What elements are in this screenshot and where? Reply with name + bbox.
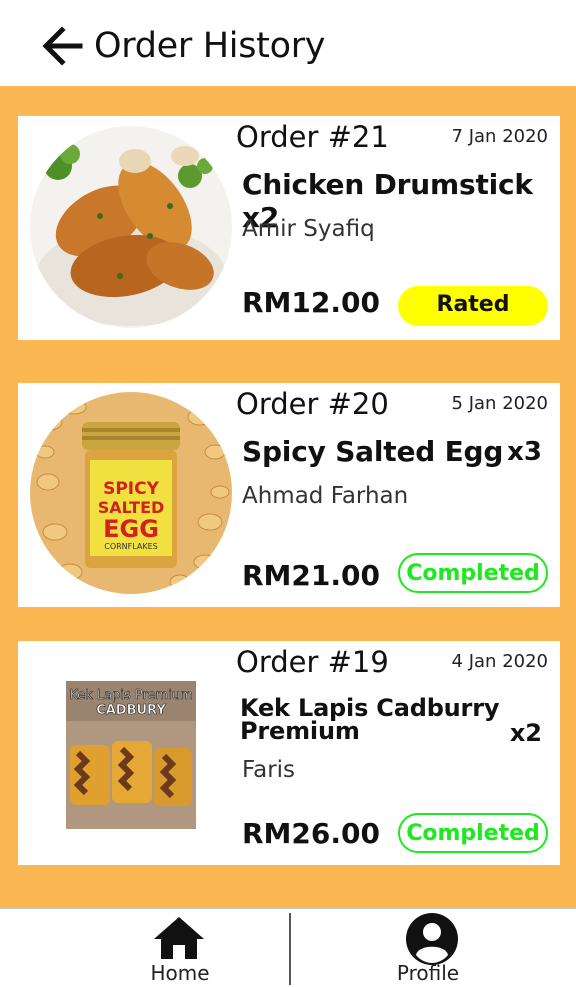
customer-name: Faris [242,757,296,783]
back-button[interactable] [40,24,86,68]
customer-name: Amir Syafiq [242,216,375,242]
item-name: Kek Lapis Cadburry Premium [240,696,499,745]
svg-text:Kek Lapis Premium: Kek Lapis Premium [69,688,192,703]
home-icon [154,917,204,959]
item-name: Spicy Salted Egg [242,435,504,468]
user-circle-icon [406,913,458,965]
order-date: 5 Jan 2020 [451,393,548,414]
order-image-spicy-salted-egg: SPICY SALTED EGG CORNFLAKES [30,392,232,594]
order-card[interactable]: Order #21 7 Jan 2020 Chicken Drumstick x… [18,116,560,340]
bottom-navigation: Home Profile [0,908,576,987]
item-name-line: Premium [240,717,360,745]
order-price: RM26.00 [242,817,380,850]
nav-home-label: Home [150,961,210,985]
nav-profile-button[interactable]: Profile [290,909,576,987]
svg-text:SPICY: SPICY [103,479,160,499]
status-badge-rated: Rated [398,286,548,326]
order-image-kek-lapis: Kek Lapis Premium CADBURY [30,653,232,855]
order-number: Order #21 [236,120,389,154]
page-title: Order History [94,26,326,66]
svg-text:CADBURY: CADBURY [96,703,166,718]
nav-home-button[interactable]: Home [0,909,288,987]
order-image-chicken [30,126,232,328]
order-price: RM12.00 [242,286,380,319]
nav-profile-label: Profile [396,961,460,985]
app-header: Order History [0,0,576,86]
order-date: 4 Jan 2020 [451,651,548,672]
order-list: Order #21 7 Jan 2020 Chicken Drumstick x… [0,86,576,908]
order-number: Order #19 [236,645,389,679]
order-price: RM21.00 [242,559,380,592]
status-badge-completed: Completed [398,813,548,853]
item-quantity: x3 [507,437,542,467]
svg-text:EGG: EGG [103,515,159,543]
arrow-left-icon [42,26,83,66]
status-badge-completed: Completed [398,553,548,593]
svg-text:CORNFLAKES: CORNFLAKES [104,542,158,551]
order-card[interactable]: SPICY SALTED EGG CORNFLAKES Order #20 5 … [18,383,560,607]
order-card[interactable]: Kek Lapis Premium CADBURY Order #19 4 Ja… [18,641,560,865]
order-number: Order #20 [236,387,389,421]
order-date: 7 Jan 2020 [451,126,548,147]
customer-name: Ahmad Farhan [242,483,409,509]
item-quantity: x2 [509,719,542,747]
